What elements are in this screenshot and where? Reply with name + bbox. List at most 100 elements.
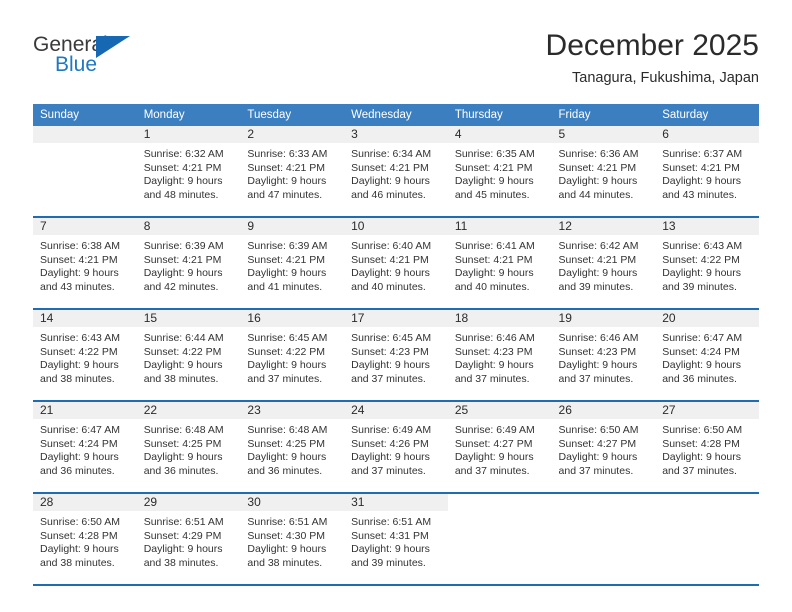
calendar-day-cell[interactable]: 17 Sunrise: 6:45 AM Sunset: 4:23 PM Dayligh… — [344, 309, 448, 402]
sun-info-line: Sunrise: 6:39 AM — [143, 240, 224, 252]
calendar-day-cell[interactable]: 29 Sunrise: 6:51 AM Sunset: 4:29 PM Dayligh… — [136, 493, 241, 586]
sun-info-line: and 36 minutes. — [40, 464, 115, 477]
day-number: 6 — [655, 126, 759, 143]
sun-info: Sunrise: 6:34 AM Sunset: 4:21 PM Daylight:… — [344, 143, 448, 202]
sun-info-line: and 42 minutes. — [143, 280, 219, 293]
day-number: 8 — [136, 218, 241, 235]
sun-info-line: and 39 minutes. — [351, 556, 426, 569]
calendar-day-cell[interactable]: 4 Sunrise: 6:35 AM Sunset: 4:21 PM Daylight… — [447, 126, 552, 218]
calendar-empty-cell — [447, 493, 552, 586]
sun-info-line: Sunrise: 6:33 AM — [247, 148, 328, 160]
day-number: 28 — [33, 494, 137, 511]
brand-logo[interactable]: General Blue — [33, 33, 233, 85]
sun-info-line: Sunrise: 6:50 AM — [558, 424, 639, 436]
calendar-day-cell[interactable]: 12 Sunrise: 6:42 AM Sunset: 4:21 PM Dayligh… — [551, 217, 656, 310]
calendar-day-cell[interactable]: 5 Sunrise: 6:36 AM Sunset: 4:21 PM Daylight… — [551, 126, 656, 218]
day-cell-inner: 16 Sunrise: 6:45 AM Sunset: 4:22 PM Dayligh… — [240, 310, 345, 398]
sun-info-line: Daylight: 9 hours — [247, 267, 327, 279]
location-subtitle: Tanagura, Fukushima, Japan — [572, 70, 759, 86]
sun-info-line: Sunrise: 6:49 AM — [351, 424, 432, 436]
calendar-day-cell[interactable]: 6 Sunrise: 6:37 AM Sunset: 4:21 PM Daylight… — [655, 126, 759, 218]
sun-info-line: Sunset: 4:27 PM — [454, 437, 533, 450]
day-number: 25 — [447, 402, 552, 419]
calendar-day-cell[interactable]: 28 Sunrise: 6:50 AM Sunset: 4:28 PM Dayligh… — [33, 493, 137, 586]
sun-info: Sunrise: 6:35 AM Sunset: 4:21 PM Daylight:… — [448, 143, 552, 202]
sun-info-line: Daylight: 9 hours — [40, 451, 119, 463]
calendar-week-row: 21 Sunrise: 6:47 AM Sunset: 4:24 PM Dayligh… — [33, 401, 759, 494]
sun-info-line: and 47 minutes. — [247, 188, 323, 201]
calendar-day-cell[interactable]: 11 Sunrise: 6:41 AM Sunset: 4:21 PM Dayligh… — [447, 217, 552, 310]
sun-info-line: and 39 minutes. — [662, 280, 737, 293]
calendar-day-cell[interactable]: 19 Sunrise: 6:46 AM Sunset: 4:23 PM Dayligh… — [551, 309, 656, 402]
calendar-day-cell[interactable]: 18 Sunrise: 6:46 AM Sunset: 4:23 PM Dayligh… — [447, 309, 552, 402]
sun-info: Sunrise: 6:51 AM Sunset: 4:31 PM Daylight:… — [344, 511, 448, 570]
calendar-day-cell[interactable]: 3 Sunrise: 6:34 AM Sunset: 4:21 PM Daylight… — [344, 126, 448, 218]
calendar-day-cell[interactable]: 24 Sunrise: 6:49 AM Sunset: 4:26 PM Dayligh… — [344, 401, 448, 494]
calendar-day-cell[interactable]: 16 Sunrise: 6:45 AM Sunset: 4:22 PM Dayligh… — [240, 309, 345, 402]
day-cell-inner — [551, 494, 656, 582]
calendar-day-cell[interactable]: 21 Sunrise: 6:47 AM Sunset: 4:24 PM Dayligh… — [33, 401, 137, 494]
sun-info-line: Sunrise: 6:50 AM — [40, 516, 120, 528]
calendar-day-cell[interactable]: 30 Sunrise: 6:51 AM Sunset: 4:30 PM Dayligh… — [240, 493, 345, 586]
day-number: 15 — [136, 310, 241, 327]
sun-info-line: Daylight: 9 hours — [351, 267, 430, 279]
title-block: December 2025 Tanagura, Fukushima, Japan — [546, 28, 759, 87]
day-number: 10 — [344, 218, 448, 235]
day-number: 27 — [655, 402, 759, 419]
calendar-day-cell[interactable]: 23 Sunrise: 6:48 AM Sunset: 4:25 PM Dayligh… — [240, 401, 345, 494]
sun-info-line: Sunset: 4:22 PM — [143, 345, 222, 358]
sun-info-line: Sunset: 4:26 PM — [351, 437, 429, 450]
calendar-day-cell[interactable]: 26 Sunrise: 6:50 AM Sunset: 4:27 PM Dayligh… — [551, 401, 656, 494]
day-cell-inner: 12 Sunrise: 6:42 AM Sunset: 4:21 PM Dayligh… — [551, 218, 656, 306]
calendar-day-cell[interactable]: 14 Sunrise: 6:43 AM Sunset: 4:22 PM Dayligh… — [33, 309, 137, 402]
calendar-day-cell[interactable]: 2 Sunrise: 6:33 AM Sunset: 4:21 PM Daylight… — [240, 126, 345, 218]
sun-info-line: Daylight: 9 hours — [40, 267, 119, 279]
day-cell-inner: 28 Sunrise: 6:50 AM Sunset: 4:28 PM Dayligh… — [33, 494, 137, 582]
day-number: 3 — [344, 126, 448, 143]
calendar-empty-cell — [33, 126, 137, 218]
sun-info-line: Daylight: 9 hours — [558, 267, 638, 279]
day-cell-inner: 29 Sunrise: 6:51 AM Sunset: 4:29 PM Dayligh… — [136, 494, 241, 582]
sun-info-line: Daylight: 9 hours — [351, 451, 430, 463]
calendar-week-row: 7 Sunrise: 6:38 AM Sunset: 4:21 PM Daylight… — [33, 217, 759, 310]
calendar-day-cell[interactable]: 9 Sunrise: 6:39 AM Sunset: 4:21 PM Daylight… — [240, 217, 345, 310]
calendar-day-cell[interactable]: 25 Sunrise: 6:49 AM Sunset: 4:27 PM Dayligh… — [447, 401, 552, 494]
weekday-header-sunday: Sunday — [33, 104, 137, 126]
sun-info: Sunrise: 6:51 AM Sunset: 4:29 PM Daylight:… — [137, 511, 241, 570]
calendar-day-cell[interactable]: 8 Sunrise: 6:39 AM Sunset: 4:21 PM Daylight… — [136, 217, 241, 310]
calendar-grid: Sunday Monday Tuesday Wednesday Thursday… — [33, 104, 759, 586]
sun-info: Sunrise: 6:39 AM Sunset: 4:21 PM Daylight:… — [137, 235, 241, 294]
calendar-day-cell[interactable]: 1 Sunrise: 6:32 AM Sunset: 4:21 PM Daylight… — [136, 126, 241, 218]
calendar-day-cell[interactable]: 7 Sunrise: 6:38 AM Sunset: 4:21 PM Daylight… — [33, 217, 137, 310]
calendar-day-cell[interactable]: 20 Sunrise: 6:47 AM Sunset: 4:24 PM Dayligh… — [655, 309, 759, 402]
calendar-day-cell[interactable]: 13 Sunrise: 6:43 AM Sunset: 4:22 PM Dayligh… — [655, 217, 759, 310]
sun-info-line: Sunset: 4:21 PM — [558, 253, 637, 266]
day-number: 2 — [240, 126, 345, 143]
sun-info-line: Daylight: 9 hours — [351, 175, 430, 187]
sun-info-line: Sunrise: 6:50 AM — [662, 424, 743, 436]
sun-info-line: Daylight: 9 hours — [351, 543, 430, 555]
sun-info: Sunrise: 6:40 AM Sunset: 4:21 PM Daylight:… — [344, 235, 448, 294]
sun-info-line: and 38 minutes. — [40, 372, 115, 385]
sun-info-line: Sunrise: 6:42 AM — [558, 240, 639, 252]
sun-info-line: Sunrise: 6:45 AM — [351, 332, 432, 344]
sun-info-line: Sunset: 4:24 PM — [662, 345, 740, 358]
calendar-day-cell[interactable]: 22 Sunrise: 6:48 AM Sunset: 4:25 PM Dayligh… — [136, 401, 241, 494]
sun-info: Sunrise: 6:49 AM Sunset: 4:27 PM Daylight:… — [448, 419, 552, 478]
sun-info-line: Sunrise: 6:34 AM — [351, 148, 432, 160]
day-number — [447, 494, 552, 511]
day-number: 16 — [240, 310, 345, 327]
sun-info-line: Daylight: 9 hours — [143, 359, 223, 371]
weekday-header-monday: Monday — [136, 104, 241, 126]
day-cell-inner: 27 Sunrise: 6:50 AM Sunset: 4:28 PM Dayligh… — [655, 402, 759, 490]
sun-info-line: Sunset: 4:27 PM — [558, 437, 637, 450]
sun-info-line: Sunset: 4:23 PM — [351, 345, 429, 358]
sun-info-line: Daylight: 9 hours — [40, 359, 119, 371]
sun-info-line: Daylight: 9 hours — [454, 267, 534, 279]
calendar-day-cell[interactable]: 15 Sunrise: 6:44 AM Sunset: 4:22 PM Dayligh… — [136, 309, 241, 402]
calendar-day-cell[interactable]: 27 Sunrise: 6:50 AM Sunset: 4:28 PM Dayligh… — [655, 401, 759, 494]
day-number: 19 — [551, 310, 656, 327]
calendar-day-cell[interactable]: 31 Sunrise: 6:51 AM Sunset: 4:31 PM Dayligh… — [344, 493, 448, 586]
sun-info: Sunrise: 6:45 AM Sunset: 4:22 PM Daylight:… — [240, 327, 344, 386]
calendar-day-cell[interactable]: 10 Sunrise: 6:40 AM Sunset: 4:21 PM Dayligh… — [344, 217, 448, 310]
